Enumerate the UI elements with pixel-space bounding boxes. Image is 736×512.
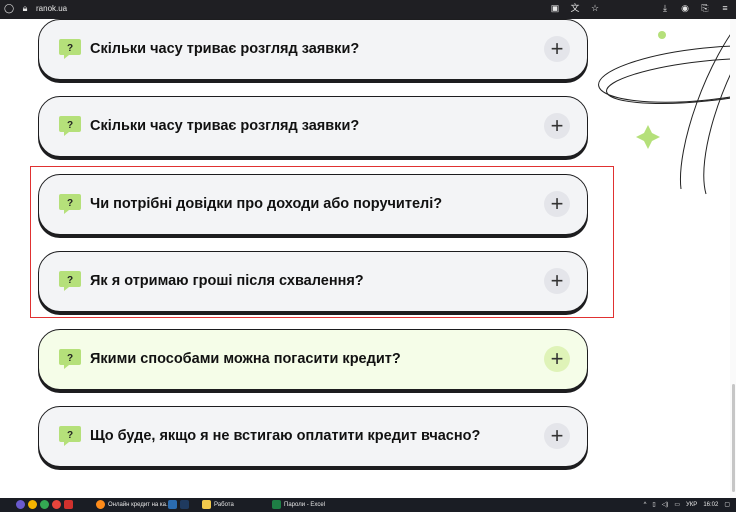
question-bubble-icon: ? [59, 39, 81, 59]
svg-text:?: ? [67, 43, 73, 54]
translate-icon[interactable]: 文 [570, 3, 580, 13]
faq-item[interactable]: ? Що буде, якщо я не встигаю оплатити кр… [38, 406, 588, 467]
svg-text:?: ? [67, 120, 73, 131]
account-icon[interactable]: ◉ [680, 3, 690, 13]
address-bar-url[interactable]: ranok.ua [36, 4, 67, 13]
tray-chevron-icon[interactable]: ^ [644, 502, 647, 508]
taskbar-app[interactable]: Пароли - Excel [272, 500, 325, 509]
decorative-orbit-illustration [598, 25, 736, 195]
expand-plus-icon[interactable]: + [544, 36, 570, 62]
faq-item[interactable]: ? Скільки часу триває розгляд заявки? + [38, 19, 588, 80]
folder-icon [202, 500, 211, 509]
taskbar-app-label: Пароли - Excel [284, 501, 326, 508]
page-scrollbar[interactable] [730, 19, 736, 498]
clock-time[interactable]: 16:02 [703, 502, 718, 508]
menu-icon[interactable]: ≡ [720, 3, 730, 13]
faq-item-active[interactable]: ? Якими способами можна погасити кредит?… [38, 329, 588, 390]
expand-plus-icon[interactable]: + [544, 113, 570, 139]
faq-question: Як я отримаю гроші після схвалення? [90, 273, 364, 289]
lock-icon[interactable]: 🔒︎ [20, 3, 30, 13]
os-taskbar: Онлайн кредит на ка... Работа Пароли - E… [0, 498, 736, 512]
opera-icon[interactable] [52, 500, 61, 509]
svg-text:?: ? [67, 198, 73, 209]
faq-question: Чи потрібні довідки про доходи або поруч… [90, 196, 443, 212]
svg-text:?: ? [67, 430, 73, 441]
faq-item[interactable]: ? Як я отримаю гроші після схвалення? + [38, 251, 588, 312]
faq-question: Скільки часу триває розгляд заявки? [90, 41, 360, 57]
question-bubble-icon: ? [59, 271, 81, 291]
downloads-icon[interactable]: ⤓ [660, 3, 670, 13]
expand-plus-icon[interactable]: + [544, 191, 570, 217]
expand-plus-icon[interactable]: + [544, 423, 570, 449]
bookmark-star-icon[interactable]: ☆ [590, 3, 600, 13]
vivaldi-icon[interactable] [64, 500, 73, 509]
shield-icon[interactable]: ◯ [4, 3, 14, 13]
faq-question: Скільки часу триває розгляд заявки? [90, 118, 360, 134]
taskbar-app[interactable]: Работа [202, 500, 234, 509]
network-icon[interactable]: ▯ [652, 501, 655, 508]
firefox-icon [96, 500, 105, 509]
question-bubble-icon: ? [59, 116, 81, 136]
volume-icon[interactable]: ◁) [662, 501, 669, 508]
faq-question: Що буде, якщо я не встигаю оплатити кред… [90, 428, 481, 444]
svg-text:?: ? [67, 275, 73, 286]
faq-item[interactable]: ? Чи потрібні довідки про доходи або пор… [38, 174, 588, 235]
app-icon[interactable] [28, 500, 37, 509]
question-bubble-icon: ? [59, 426, 81, 446]
question-bubble-icon: ? [59, 349, 81, 369]
taskbar-app-label: Онлайн кредит на ка... [108, 501, 171, 508]
excel-icon [272, 500, 281, 509]
reader-view-icon[interactable]: ▣ [550, 3, 560, 13]
extensions-icon[interactable]: ⎘ [700, 3, 710, 13]
chrome-icon[interactable] [40, 500, 49, 509]
input-language[interactable]: УКР [686, 502, 697, 508]
question-bubble-icon: ? [59, 194, 81, 214]
display-icon[interactable]: ▭ [674, 501, 680, 508]
app-icon[interactable] [180, 500, 189, 509]
faq-question: Якими способами можна погасити кредит? [90, 351, 401, 367]
svg-text:?: ? [67, 353, 73, 364]
notifications-icon[interactable]: ▢ [724, 501, 730, 508]
browser-toolbar: ◯ 🔒︎ ranok.ua ▣ 文 ☆ ⤓ ◉ ⎘ ≡ [0, 0, 736, 19]
taskbar-app[interactable]: Онлайн кредит на ка... [96, 500, 171, 509]
app-icon[interactable] [16, 500, 25, 509]
faq-item[interactable]: ? Скільки часу триває розгляд заявки? + [38, 96, 588, 157]
taskbar-app-label: Работа [214, 501, 234, 508]
expand-plus-icon[interactable]: + [544, 346, 570, 372]
expand-plus-icon[interactable]: + [544, 268, 570, 294]
scrollbar-thumb[interactable] [732, 384, 735, 492]
app-icon[interactable] [168, 500, 177, 509]
